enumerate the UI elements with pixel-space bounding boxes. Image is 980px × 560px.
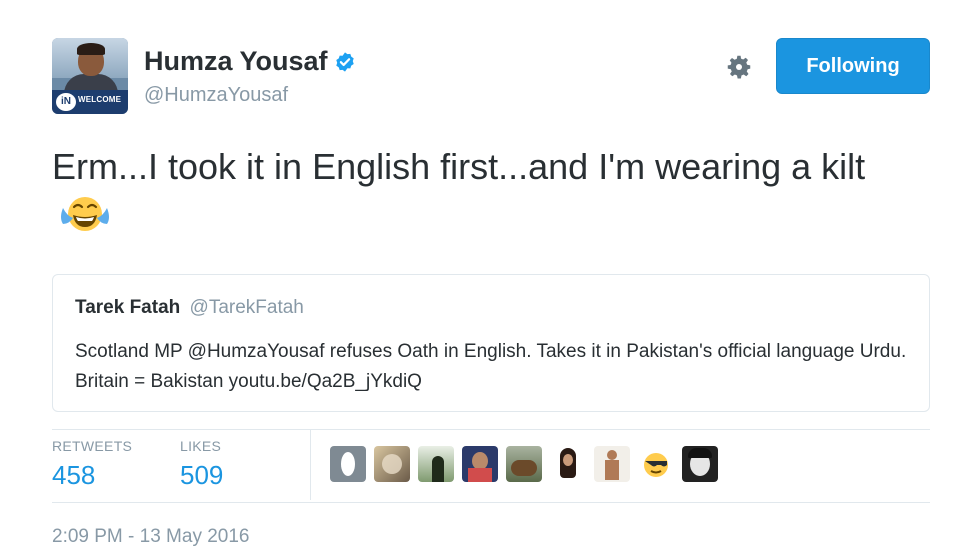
verified-badge-icon	[335, 51, 354, 72]
liker-avatar[interactable]	[418, 446, 454, 482]
stats-bottom-divider	[52, 502, 930, 503]
tweet-text: Erm...I took it in English first...and I…	[52, 142, 932, 242]
retweets-stat[interactable]: RETWEETS 458	[52, 438, 132, 491]
liker-avatar[interactable]	[550, 446, 586, 482]
gear-icon[interactable]	[724, 52, 754, 82]
quoted-tweet[interactable]: Tarek Fatah @TarekFatah Scotland MP @Hum…	[52, 274, 930, 412]
stats-top-divider	[52, 429, 930, 430]
tweet-header: iN WELCOME Humza Yousaf @HumzaYousaf Fol…	[52, 38, 932, 118]
quoted-tweet-text: Scotland MP @HumzaYousaf refuses Oath in…	[75, 341, 907, 392]
liker-avatar[interactable]	[638, 446, 674, 482]
quoted-author-handle: @TarekFatah	[189, 297, 304, 318]
author-avatar[interactable]: iN WELCOME	[52, 38, 128, 114]
liker-avatar[interactable]	[462, 446, 498, 482]
avatar-badge-logo: iN	[56, 93, 76, 111]
following-button[interactable]: Following	[776, 38, 930, 94]
likers-avatars	[330, 446, 726, 482]
tweet-stats: RETWEETS 458 LIKES 509	[52, 430, 930, 500]
liker-avatar[interactable]	[682, 446, 718, 482]
author-name-row: Humza Yousaf	[144, 46, 356, 77]
liker-avatar[interactable]	[594, 446, 630, 482]
quoted-author-name: Tarek Fatah	[75, 297, 181, 318]
retweets-count: 458	[52, 460, 96, 490]
avatar-badge-text: WELCOME	[78, 95, 122, 104]
likes-stat[interactable]: LIKES 509	[180, 438, 223, 491]
quoted-tweet-header: Tarek Fatah @TarekFatah	[75, 297, 304, 319]
liker-avatar[interactable]	[506, 446, 542, 482]
likes-label: LIKES	[180, 438, 222, 454]
author-display-name[interactable]: Humza Yousaf	[144, 46, 328, 77]
author-handle[interactable]: @HumzaYousaf	[144, 84, 288, 107]
retweets-label: RETWEETS	[52, 438, 133, 454]
likes-count: 509	[180, 460, 224, 490]
tweet-timestamp[interactable]: 2:09 PM - 13 May 2016	[52, 526, 250, 548]
liker-avatar[interactable]	[374, 446, 410, 482]
tears-of-joy-emoji-icon	[61, 197, 109, 231]
tweet-text-content: Erm...I took it in English first...and I…	[52, 146, 866, 187]
avatar-hair	[77, 43, 105, 55]
liker-avatar[interactable]	[330, 446, 366, 482]
stats-separator	[310, 430, 311, 500]
